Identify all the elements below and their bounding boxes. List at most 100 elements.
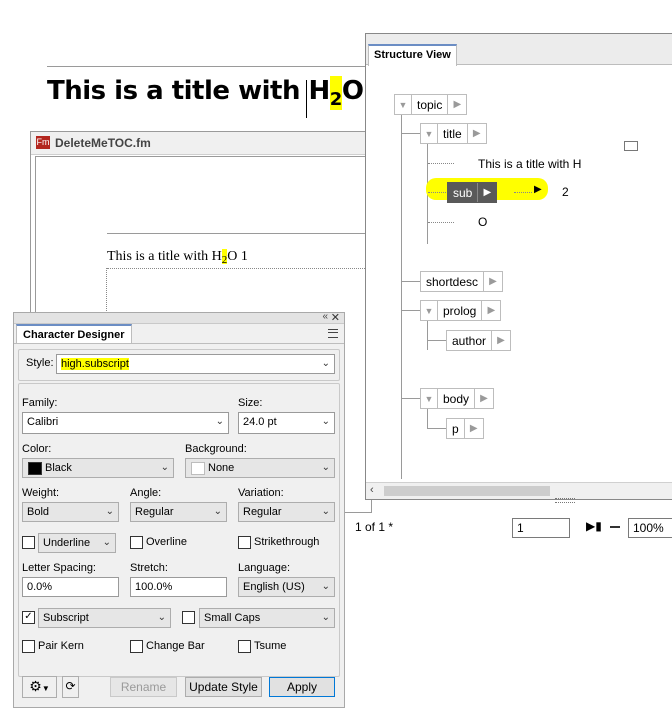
size-select[interactable]: 24.0 pt ⌄ (238, 412, 335, 434)
update-style-button[interactable]: Update Style (185, 677, 262, 697)
body-paragraph[interactable]: This is a title with H2O 1 (107, 249, 248, 266)
underline-checkbox[interactable] (22, 536, 35, 549)
letter-spacing-input[interactable]: 0.0% (22, 577, 119, 597)
variation-label: Variation: (238, 487, 284, 499)
chevron-right-icon[interactable]: ▶ (447, 95, 466, 114)
structure-text-o[interactable]: O (478, 215, 487, 229)
stretch-label: Stretch: (130, 562, 168, 574)
refresh-button[interactable]: ⟳ (62, 676, 79, 698)
small-caps-select[interactable]: Small Caps ⌄ (199, 608, 335, 628)
letter-spacing-label: Letter Spacing: (22, 562, 96, 574)
structure-node-body[interactable]: ▼ body ▶ (420, 388, 495, 409)
strikethrough-checkbox[interactable] (238, 536, 251, 549)
collapse-panel-icon[interactable]: « (322, 311, 328, 322)
status-bar: 1 of 1 * 1 ▶▮ 100% (344, 514, 672, 542)
background-label: Background: (185, 443, 247, 455)
tsume-label[interactable]: Tsume (254, 640, 286, 652)
chevron-down-icon: ⌄ (321, 358, 330, 369)
style-label: Style: (26, 357, 54, 369)
size-label: Size: (238, 397, 263, 409)
angle-value: Regular (135, 506, 174, 518)
chevron-down-icon: ⌄ (321, 462, 330, 473)
style-select[interactable]: high.subscript ⌄ (56, 354, 335, 374)
chevron-right-icon[interactable]: ▶ (477, 183, 496, 202)
family-select[interactable]: Calibri ⌄ (22, 412, 229, 434)
color-select[interactable]: Black ⌄ (22, 458, 174, 478)
tree-line (427, 408, 428, 428)
close-icon[interactable]: ✕ (331, 311, 340, 324)
chevron-right-icon[interactable]: ▶ (481, 301, 500, 320)
chevron-right-icon[interactable]: ▶ (483, 272, 502, 291)
small-caps-checkbox[interactable] (182, 611, 195, 624)
subscript-checkbox[interactable]: ✓ (22, 611, 35, 624)
overline-label[interactable]: Overline (146, 536, 187, 548)
node-label: sub (453, 185, 473, 200)
zoom-out-icon[interactable] (610, 526, 620, 528)
chevron-right-icon[interactable]: ▶ (474, 389, 493, 408)
structure-node-p[interactable]: p ▶ (446, 418, 484, 439)
change-bar-checkbox[interactable] (130, 640, 143, 653)
character-designer-panel[interactable]: « ✕ Character Designer Style: high.subsc… (13, 311, 345, 708)
refresh-icon: ⟳ (65, 679, 76, 693)
background-value: None (208, 462, 235, 474)
chevron-right-icon[interactable]: ▶ (491, 331, 510, 350)
chevron-right-icon[interactable]: ▶ (463, 419, 483, 438)
weight-select[interactable]: Bold ⌄ (22, 502, 119, 522)
weight-label: Weight: (22, 487, 60, 499)
document-title[interactable]: This is a title with H2O (47, 76, 364, 110)
text-cursor (306, 80, 307, 118)
change-bar-label[interactable]: Change Bar (146, 640, 205, 652)
structure-node-title[interactable]: ▼ title ▶ (420, 123, 487, 144)
structure-view-tabbar: Structure View (366, 34, 672, 66)
collapse-icon[interactable]: ▼ (421, 389, 438, 408)
tsume-checkbox[interactable] (238, 640, 251, 653)
structure-node-prolog[interactable]: ▼ prolog ▶ (420, 300, 502, 321)
scroll-left-icon[interactable]: ‹ (370, 484, 374, 496)
chevron-right-icon[interactable]: ▶ (466, 124, 486, 143)
text-frame-border-bottom (107, 268, 367, 269)
rename-button[interactable]: Rename (110, 677, 177, 697)
small-caps-value: Small Caps (204, 612, 261, 624)
structure-view-panel[interactable]: Structure View ▼ topic ▶ ▼ title ▶ This … (365, 33, 672, 500)
tab-structure-view[interactable]: Structure View (368, 44, 457, 66)
structure-node-topic[interactable]: ▼ topic ▶ (394, 94, 468, 115)
variation-select[interactable]: Regular ⌄ (238, 502, 335, 522)
tree-line (427, 320, 428, 350)
zoom-field[interactable]: 100% (628, 518, 672, 538)
page-info: 1 of 1 * (355, 520, 394, 534)
background-select[interactable]: None ⌄ (185, 458, 335, 478)
tab-character-designer[interactable]: Character Designer (16, 324, 132, 344)
collapse-icon[interactable]: ▼ (395, 95, 412, 114)
collapse-icon[interactable]: ▼ (421, 301, 438, 320)
angle-label: Angle: (130, 487, 162, 499)
scrollbar-thumb[interactable] (384, 486, 550, 496)
go-to-page-icon[interactable]: ▶▮ (586, 519, 602, 533)
structure-node-author[interactable]: author ▶ (446, 330, 512, 351)
panel-gripper[interactable] (555, 498, 575, 503)
chevron-down-icon: ⌄ (157, 612, 166, 623)
chevron-down-icon: ⌄ (321, 506, 330, 517)
pair-kern-label[interactable]: Pair Kern (38, 640, 84, 652)
weight-value: Bold (27, 506, 50, 518)
subscript-select[interactable]: Subscript ⌄ (38, 608, 171, 628)
underline-select[interactable]: Underline ⌄ (38, 533, 116, 553)
overline-checkbox[interactable] (130, 536, 143, 549)
document-window-titlebar[interactable]: Fm DeleteMeTOC.fm (31, 132, 371, 155)
chevron-down-icon: ⌄ (321, 416, 330, 427)
structure-node-sub[interactable]: sub ▶ (447, 182, 498, 203)
stretch-input[interactable]: 100.0% (130, 577, 227, 597)
language-select[interactable]: English (US) ⌄ (238, 577, 335, 597)
link-icon[interactable] (624, 141, 638, 151)
strikethrough-label[interactable]: Strikethrough (254, 536, 319, 548)
pair-kern-checkbox[interactable] (22, 640, 35, 653)
apply-button[interactable]: Apply (269, 677, 335, 697)
settings-menu-button[interactable]: ⚙▼ (22, 676, 57, 698)
panel-menu-icon[interactable] (328, 329, 338, 338)
structure-text-sub[interactable]: 2 (562, 185, 569, 199)
collapse-icon[interactable]: ▼ (421, 124, 438, 143)
structure-text-title[interactable]: This is a title with H (478, 157, 581, 171)
structure-node-shortdesc[interactable]: shortdesc ▶ (420, 271, 504, 292)
page-number-field[interactable]: 1 (512, 518, 570, 538)
angle-select[interactable]: Regular ⌄ (130, 502, 227, 522)
horizontal-scrollbar[interactable]: ‹ (366, 482, 672, 499)
